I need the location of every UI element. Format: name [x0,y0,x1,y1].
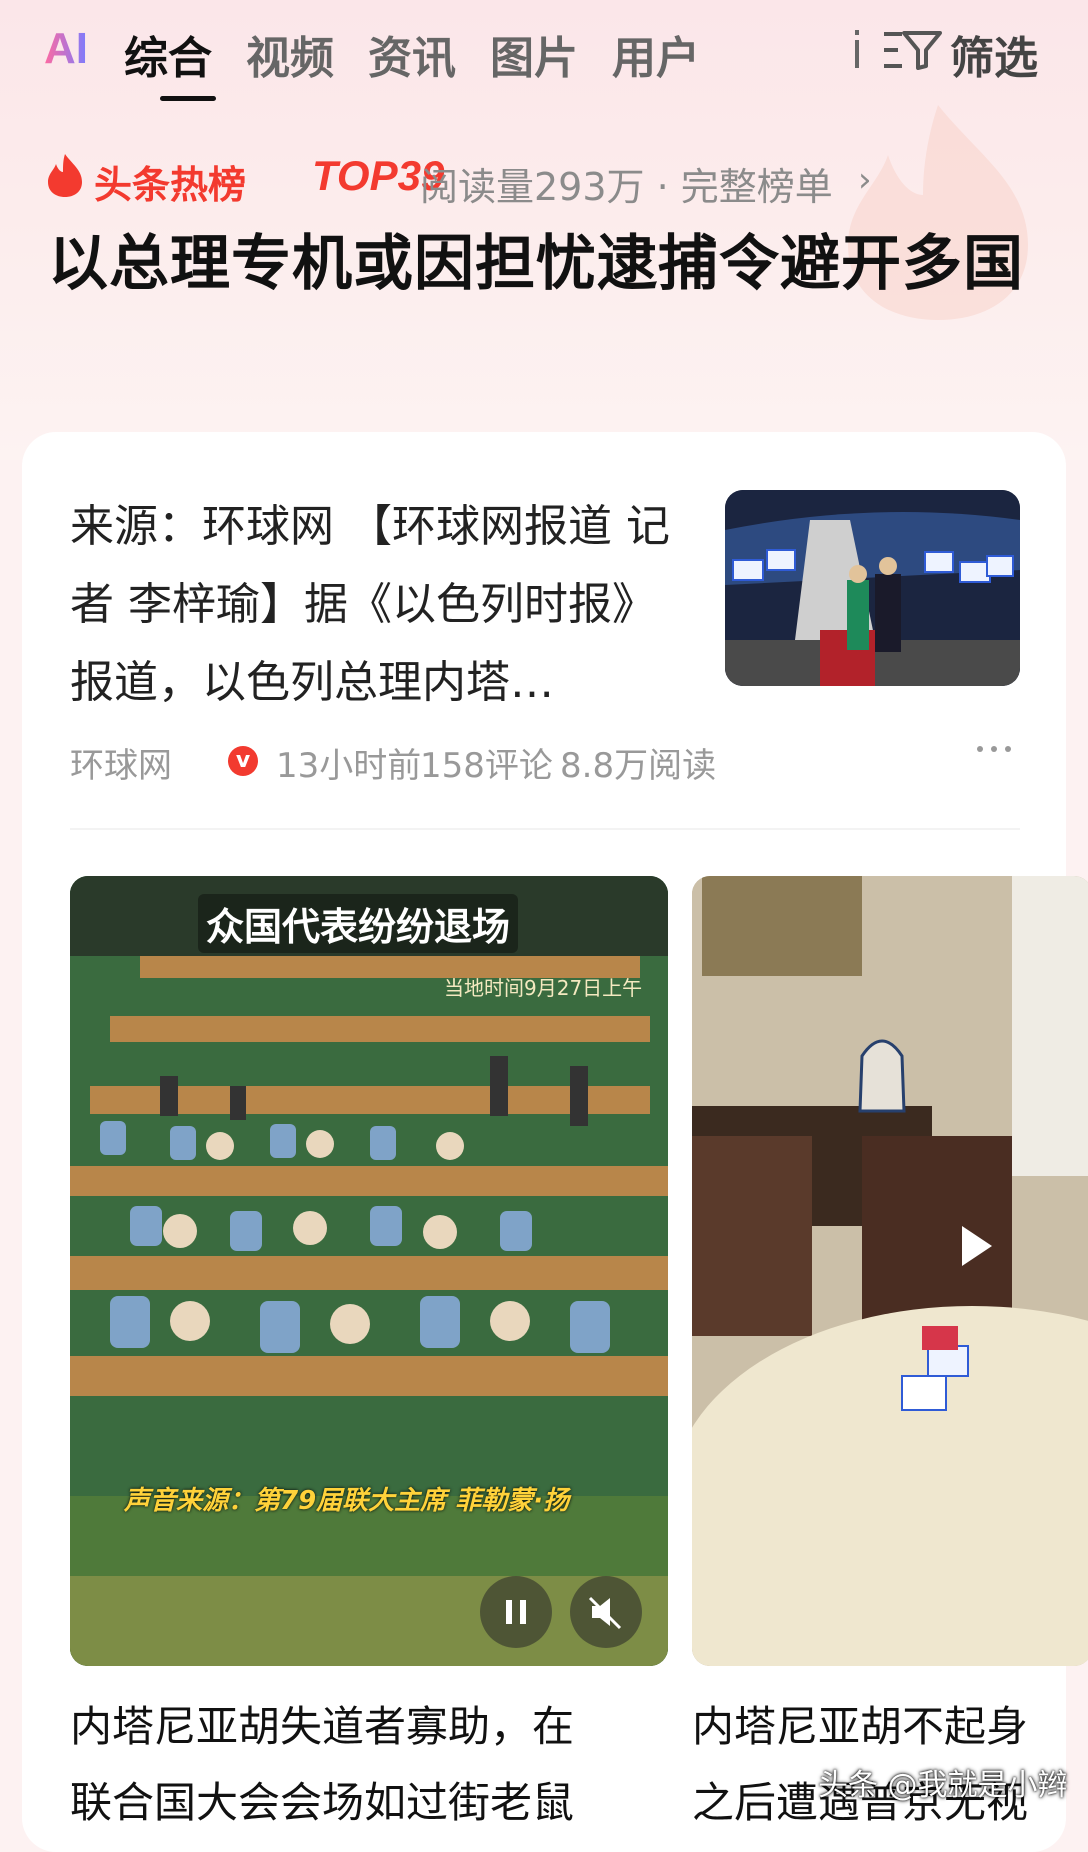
tab-images[interactable]: 图片 [490,22,578,86]
video-title-line[interactable]: 内塔尼亚胡不起身 [692,1690,1066,1764]
meeting-room-video-image [692,876,1088,1666]
video-overlay-source: 声音来源：第79届联大主席 菲勒蒙·扬 [124,1486,570,1516]
video-title-line[interactable]: 内塔尼亚胡失道者寡助，在 [70,1690,668,1764]
video-overlay-title: 众国代表纷纷退场 [198,894,519,953]
tab-news[interactable]: 资讯 [368,22,456,86]
filter-button[interactable]: 筛选 [950,22,1038,86]
mute-button[interactable] [570,1576,642,1648]
airport-photo-image [725,490,1020,686]
article-thumbnail[interactable] [725,490,1020,686]
divider [70,828,1020,830]
tab-video[interactable]: 视频 [246,22,334,86]
read-count: 8.8万阅读 [560,746,717,786]
muted-speaker-icon [588,1596,622,1630]
more-options-icon[interactable] [974,742,1014,756]
chevron-right-icon: › [858,160,872,200]
comment-count: 158评论 [420,746,553,786]
hot-list-meta[interactable]: 阅读量293万 · 完整榜单 [420,156,833,211]
publish-time: 13小时前 [276,746,422,786]
result-card: 来源：环球网 【环球网报道 记者 李梓瑜】据《以色列时报》报道，以色列总理内塔…… [22,432,1088,1852]
source-name[interactable]: 环球网 [70,738,172,787]
ai-search-button[interactable]: AI [44,24,88,74]
watermark: 头条 @我就是小辫 [818,1768,1068,1803]
filter-icon[interactable] [884,30,942,70]
video-card[interactable] [692,876,1088,1666]
tab-overflow-icon[interactable] [852,26,862,72]
tab-users[interactable]: 用户 [612,22,700,86]
video-title-line[interactable]: 联合国大会会场如过街老鼠 [70,1766,668,1840]
pause-icon [506,1600,526,1624]
video-card[interactable]: 众国代表纷纷退场 当地时间9月27日上午 声音来源：第79届联大主席 菲勒蒙·扬 [70,876,668,1666]
active-tab-indicator [160,96,216,101]
tab-comprehensive[interactable]: 综合 [124,22,212,86]
hot-list-title: 头条热榜 [94,163,247,207]
pause-button[interactable] [480,1576,552,1648]
article-snippet[interactable]: 来源：环球网 【环球网报道 记者 李梓瑜】据《以色列时报》报道，以色列总理内塔… [70,488,680,722]
video-overlay-time: 当地时间9月27日上午 [444,976,643,1000]
search-tab-bar: AI 综合 视频 资讯 图片 用户 筛选 [0,0,1088,110]
verified-icon: v [228,746,258,776]
hot-topic-headline[interactable]: 以总理专机或因担忧逮捕令避开多国 [48,222,1038,306]
fire-icon [48,154,82,197]
